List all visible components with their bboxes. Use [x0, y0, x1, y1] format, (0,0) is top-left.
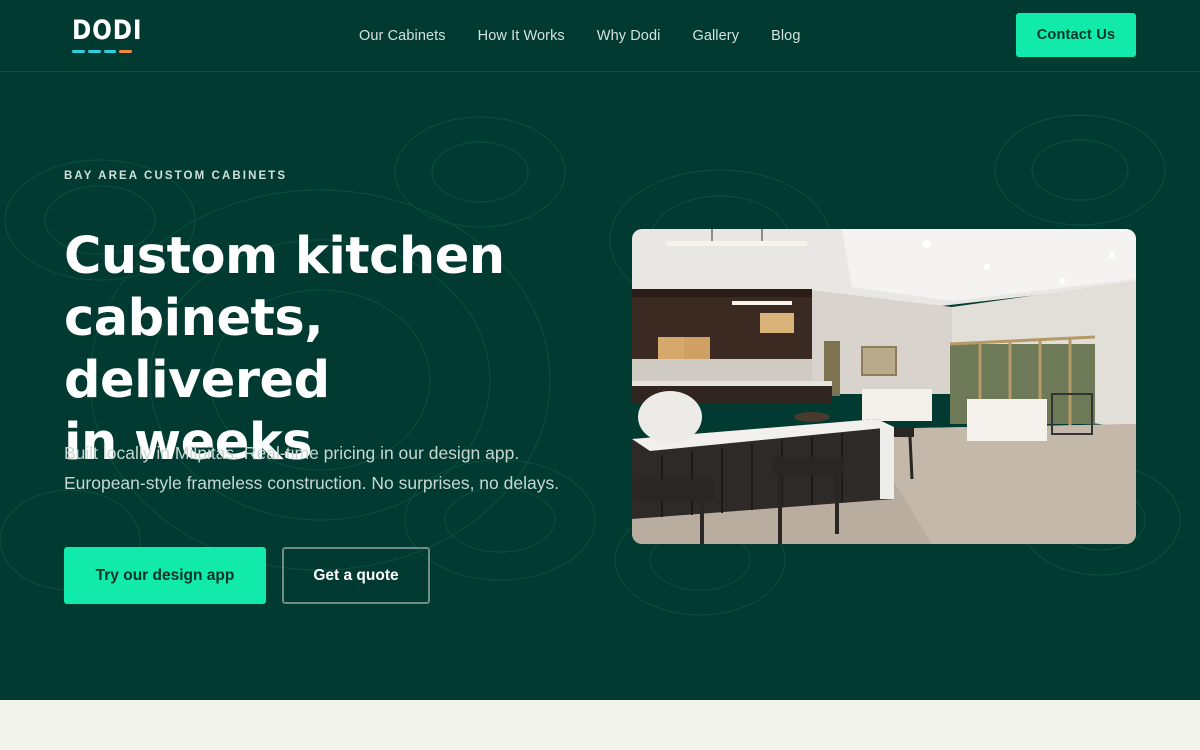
hero-eyebrow: BAY AREA CUSTOM CABINETS	[64, 170, 288, 182]
headline-line-1: Custom kitchen	[64, 227, 505, 286]
main-nav: Our Cabinets How It Works Why Dodi Galle…	[359, 26, 833, 46]
nav-item-gallery[interactable]: Gallery	[692, 26, 739, 46]
logo-bar-1	[72, 50, 85, 53]
kitchen-photo	[632, 229, 1136, 544]
subtext-line-2: European-style frameless construction. N…	[64, 473, 560, 493]
headline-line-2: cabinets, delivered	[64, 289, 330, 410]
site-header: DODI Our Cabinets How It Works Why Dodi …	[0, 0, 1200, 72]
nav-item-blog[interactable]: Blog	[771, 26, 800, 46]
logo-bar-4	[119, 50, 132, 53]
kitchen-illustration	[632, 229, 1136, 544]
logo-bar-3	[103, 50, 117, 53]
nav-item-how-it-works[interactable]: How It Works	[478, 26, 565, 46]
nav-item-why-dodi[interactable]: Why Dodi	[597, 26, 661, 46]
dodi-logo[interactable]: DODI	[72, 15, 143, 56]
logo-wordmark: DODI	[72, 15, 143, 46]
get-quote-button[interactable]: Get a quote	[282, 547, 430, 604]
hero-headline: Custom kitchen cabinets, delivered in we…	[64, 226, 604, 474]
try-design-app-button[interactable]: Try our design app	[64, 547, 266, 604]
contact-us-button[interactable]: Contact Us	[1016, 13, 1136, 57]
logo-underline-bars	[72, 50, 132, 53]
subtext-line-1: Built locally in Milpitas. Real-time pri…	[64, 443, 520, 463]
logo-bar-2	[87, 50, 101, 53]
nav-item-our-cabinets[interactable]: Our Cabinets	[359, 26, 446, 46]
next-section-strip	[0, 700, 1200, 750]
hero-subtext: Built locally in Milpitas. Real-time pri…	[64, 438, 584, 498]
